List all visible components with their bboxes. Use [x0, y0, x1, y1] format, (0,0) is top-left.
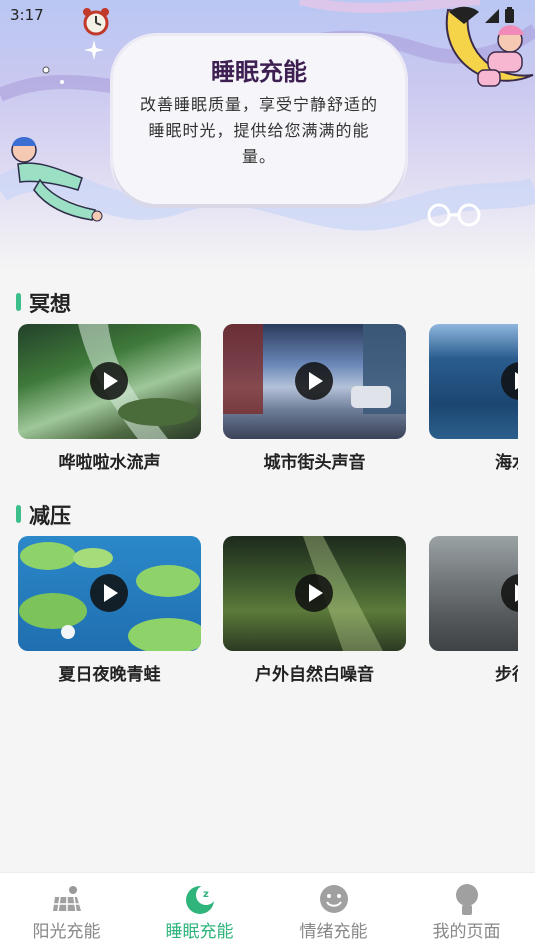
tab-label: 阳光充能 [32, 922, 101, 942]
solar-panel-icon [53, 886, 81, 912]
tab-sunshine-charge[interactable]: 阳光充能 [0, 873, 133, 952]
sparkle-icon [84, 40, 104, 60]
section-label: 冥想 [29, 292, 71, 316]
battery-icon [505, 9, 514, 23]
card-label: 海水涌 [495, 453, 518, 473]
svg-text:z: z [203, 889, 209, 900]
tab-my-page[interactable]: 我的页面 [400, 873, 533, 952]
sleeping-boy-illustration [11, 137, 103, 222]
meditation-carousel[interactable]: 哗啦啦水流声 城市街头声音 海水涌 [18, 324, 518, 484]
section-accent-bar [16, 505, 21, 523]
hero-description: 改善睡眠质量，享受宁静舒适的睡眠时光，提供给您满满的能量。 [139, 95, 378, 166]
card-label: 步行沙 [495, 665, 518, 685]
signal-icon [485, 9, 499, 23]
card-label: 夏日夜晚青蛙 [58, 665, 161, 685]
status-icons [449, 6, 514, 24]
glasses-icon [427, 203, 481, 227]
decorative-dots [42, 66, 64, 84]
card-label: 哗啦啦水流声 [58, 453, 161, 473]
card-label: 户外自然白噪音 [255, 665, 374, 685]
stress-relief-carousel[interactable]: 夏日夜晚青蛙 户外自然白噪音 步行沙 [18, 536, 518, 696]
card-label: 城市街头声音 [263, 453, 366, 473]
hero-info-bubble: 睡眠充能 改善睡眠质量，享受宁静舒适的睡眠时光，提供给您满满的能量。 [113, 36, 405, 204]
status-bar: 3:17 [0, 0, 535, 30]
hero-title: 睡眠充能 [211, 58, 307, 86]
wifi-icon [449, 6, 479, 24]
tab-label: 睡眠充能 [165, 922, 234, 942]
play-icon[interactable] [295, 362, 333, 400]
tab-label: 情绪充能 [299, 922, 368, 942]
hero-banner: 睡眠充能 改善睡眠质量，享受宁静舒适的睡眠时光，提供给您满满的能量。 3:17 [0, 0, 535, 270]
moon-sleep-icon: z [186, 885, 216, 914]
tab-mood-charge[interactable]: 情绪充能 [267, 873, 400, 952]
tab-label: 我的页面 [432, 922, 501, 942]
play-icon[interactable] [90, 574, 128, 612]
play-icon[interactable] [90, 362, 128, 400]
bottom-tab-bar: 阳光充能 z 睡眠充能 情绪充能 我的页面 [0, 872, 535, 952]
smile-face-icon [320, 885, 348, 913]
section-label: 减压 [29, 504, 71, 528]
status-time: 3:17 [10, 6, 44, 24]
section-accent-bar [16, 293, 21, 311]
play-icon[interactable] [295, 574, 333, 612]
user-icon [456, 884, 478, 915]
tab-sleep-charge[interactable]: z 睡眠充能 [133, 873, 266, 952]
